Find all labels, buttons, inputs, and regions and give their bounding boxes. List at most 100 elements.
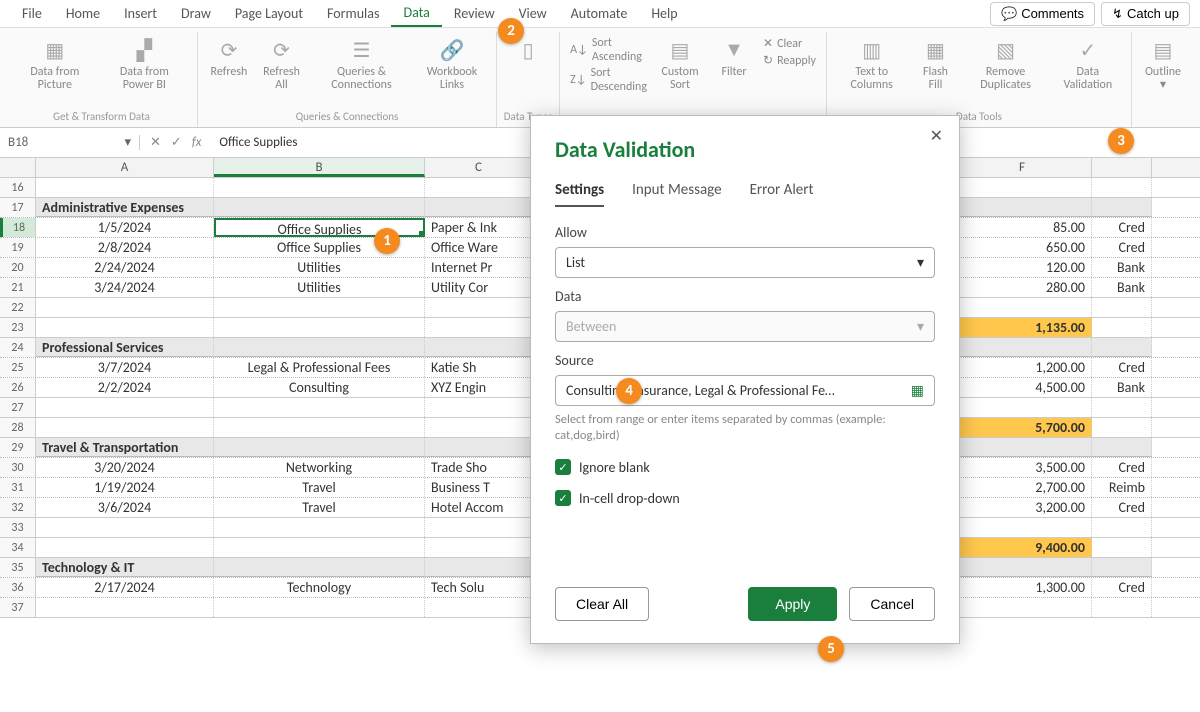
dialog-title: Data Validation [555,136,935,163]
menu-draw[interactable]: Draw [169,1,223,26]
incell-dropdown-checkbox[interactable]: ✓ [555,490,571,506]
sort-desc-button[interactable]: Z↓Sort Descending [570,66,647,94]
row-header[interactable]: 18 [0,218,36,237]
row-header[interactable]: 16 [0,178,36,197]
col-header-a[interactable]: A [36,158,214,177]
col-header-c[interactable]: C [425,158,533,177]
clear-button[interactable]: ✕Clear [763,36,816,51]
tab-input-message[interactable]: Input Message [632,181,721,207]
source-input[interactable]: Consulting, Insurance, Legal & Professio… [555,375,935,406]
flashfill-icon: ▦ [921,36,949,64]
chevron-down-icon: ▾ [917,318,924,335]
queries-connections-button[interactable]: ☰Queries & Connections [309,32,414,96]
name-box[interactable]: B18▾ [0,135,140,150]
connections-icon: ☰ [347,36,375,64]
validation-icon: ✓ [1074,36,1102,64]
section-travel[interactable]: Travel & Transportation [36,438,214,457]
customsort-icon: ▤ [666,36,694,64]
menu-formulas[interactable]: Formulas [315,1,391,26]
chevron-down-icon: ▾ [124,135,131,150]
removedup-icon: ▧ [992,36,1020,64]
chevron-down-icon: ▾ [917,254,924,271]
clear-all-button[interactable]: Clear All [555,587,649,621]
menu-data[interactable]: Data [391,0,441,27]
custom-sort-button[interactable]: ▤Custom Sort [651,32,709,96]
data-label: Data [555,288,935,305]
menu-help[interactable]: Help [639,1,689,26]
range-picker-icon[interactable]: ▦ [911,382,924,399]
cancel-button[interactable]: Cancel [849,587,935,621]
callout-5: 5 [818,636,844,662]
close-icon[interactable]: ✕ [924,124,949,148]
chevron-down-icon: ▾ [1160,78,1166,92]
menu-insert[interactable]: Insert [112,1,169,26]
callout-4: 4 [616,378,642,404]
col-header-b[interactable]: B [214,158,425,177]
data-from-picture-button[interactable]: ▦Data from Picture [12,32,98,96]
menu-automate[interactable]: Automate [559,1,640,26]
clear-icon: ✕ [763,36,773,51]
incell-dropdown-label: In-cell drop-down [579,490,680,507]
text-to-columns-button[interactable]: ▥Text to Columns [833,32,911,96]
tab-error-alert[interactable]: Error Alert [750,181,814,207]
catchup-button[interactable]: ↯Catch up [1101,2,1190,26]
total-value[interactable]: 1,135.00 [953,318,1092,337]
filter-button[interactable]: ▼Filter [709,32,759,83]
cell[interactable]: Paper & Ink [425,218,533,237]
comments-button[interactable]: 💬Comments [990,2,1095,26]
filter-icon: ▼ [720,36,748,64]
menu-review[interactable]: Review [442,1,507,26]
group-label-datatools: Data Tools [956,108,1002,127]
outline-button[interactable]: ▤Outline▾ [1138,32,1188,96]
menu-file[interactable]: File [10,1,54,26]
menu-home[interactable]: Home [54,1,112,26]
cell[interactable]: 1/5/2024 [36,218,214,237]
refresh-icon: ⟳ [215,36,243,64]
refresh-button[interactable]: ⟳Refresh [204,32,254,83]
reapply-button[interactable]: ↻Reapply [763,53,816,68]
select-all-corner[interactable] [0,158,36,177]
source-hint: Select from range or enter items separat… [555,412,935,445]
sort-desc-icon: Z↓ [570,73,586,87]
col-header-f[interactable]: F [953,158,1092,177]
group-label-queries: Queries & Connections [296,108,399,127]
sort-asc-button[interactable]: A↓Sort Ascending [570,36,647,64]
tab-settings[interactable]: Settings [555,181,604,207]
callout-3: 3 [1108,128,1134,154]
callout-2: 2 [498,18,524,44]
ignore-blank-checkbox[interactable]: ✓ [555,459,571,475]
ignore-blank-label: Ignore blank [579,459,650,476]
apply-button[interactable]: Apply [748,587,837,621]
allow-select[interactable]: List▾ [555,247,935,278]
picture-icon: ▦ [41,36,69,64]
section-admin[interactable]: Administrative Expenses [36,198,214,217]
group-label-get: Get & Transform Data [53,108,150,127]
catchup-icon: ↯ [1112,6,1123,22]
source-label: Source [555,352,935,369]
section-prof[interactable]: Professional Services [36,338,214,357]
sort-asc-icon: A↓ [570,43,588,57]
cell[interactable]: Cred [1092,218,1152,237]
confirm-formula-icon[interactable]: ✓ [171,135,182,150]
allow-label: Allow [555,224,935,241]
data-select: Between▾ [555,311,935,342]
outline-icon: ▤ [1149,36,1177,64]
section-tech[interactable]: Technology & IT [36,558,214,577]
data-from-powerbi-button[interactable]: ▞Data from Power BI [98,32,191,96]
callout-1: 1 [374,228,400,254]
menu-bar: File Home Insert Draw Page Layout Formul… [0,0,1200,28]
links-icon: 🔗 [438,36,466,64]
ribbon: ▦Data from Picture ▞Data from Power BI G… [0,28,1200,128]
flash-fill-button[interactable]: ▦Flash Fill [910,32,960,96]
powerbi-icon: ▞ [130,36,158,64]
data-validation-button[interactable]: ✓Data Validation [1051,32,1125,96]
data-validation-dialog: ✕ Data Validation Settings Input Message… [530,115,960,644]
fx-icon[interactable]: fx [192,135,202,150]
cell[interactable]: 85.00 [953,218,1092,237]
refresh-all-button[interactable]: ⟳Refresh All [254,32,309,96]
menu-pagelayout[interactable]: Page Layout [223,1,315,26]
row-header[interactable]: 17 [0,198,36,217]
remove-duplicates-button[interactable]: ▧Remove Duplicates [960,32,1050,96]
workbook-links-button[interactable]: 🔗Workbook Links [414,32,490,96]
cancel-formula-icon[interactable]: ✕ [150,135,161,150]
